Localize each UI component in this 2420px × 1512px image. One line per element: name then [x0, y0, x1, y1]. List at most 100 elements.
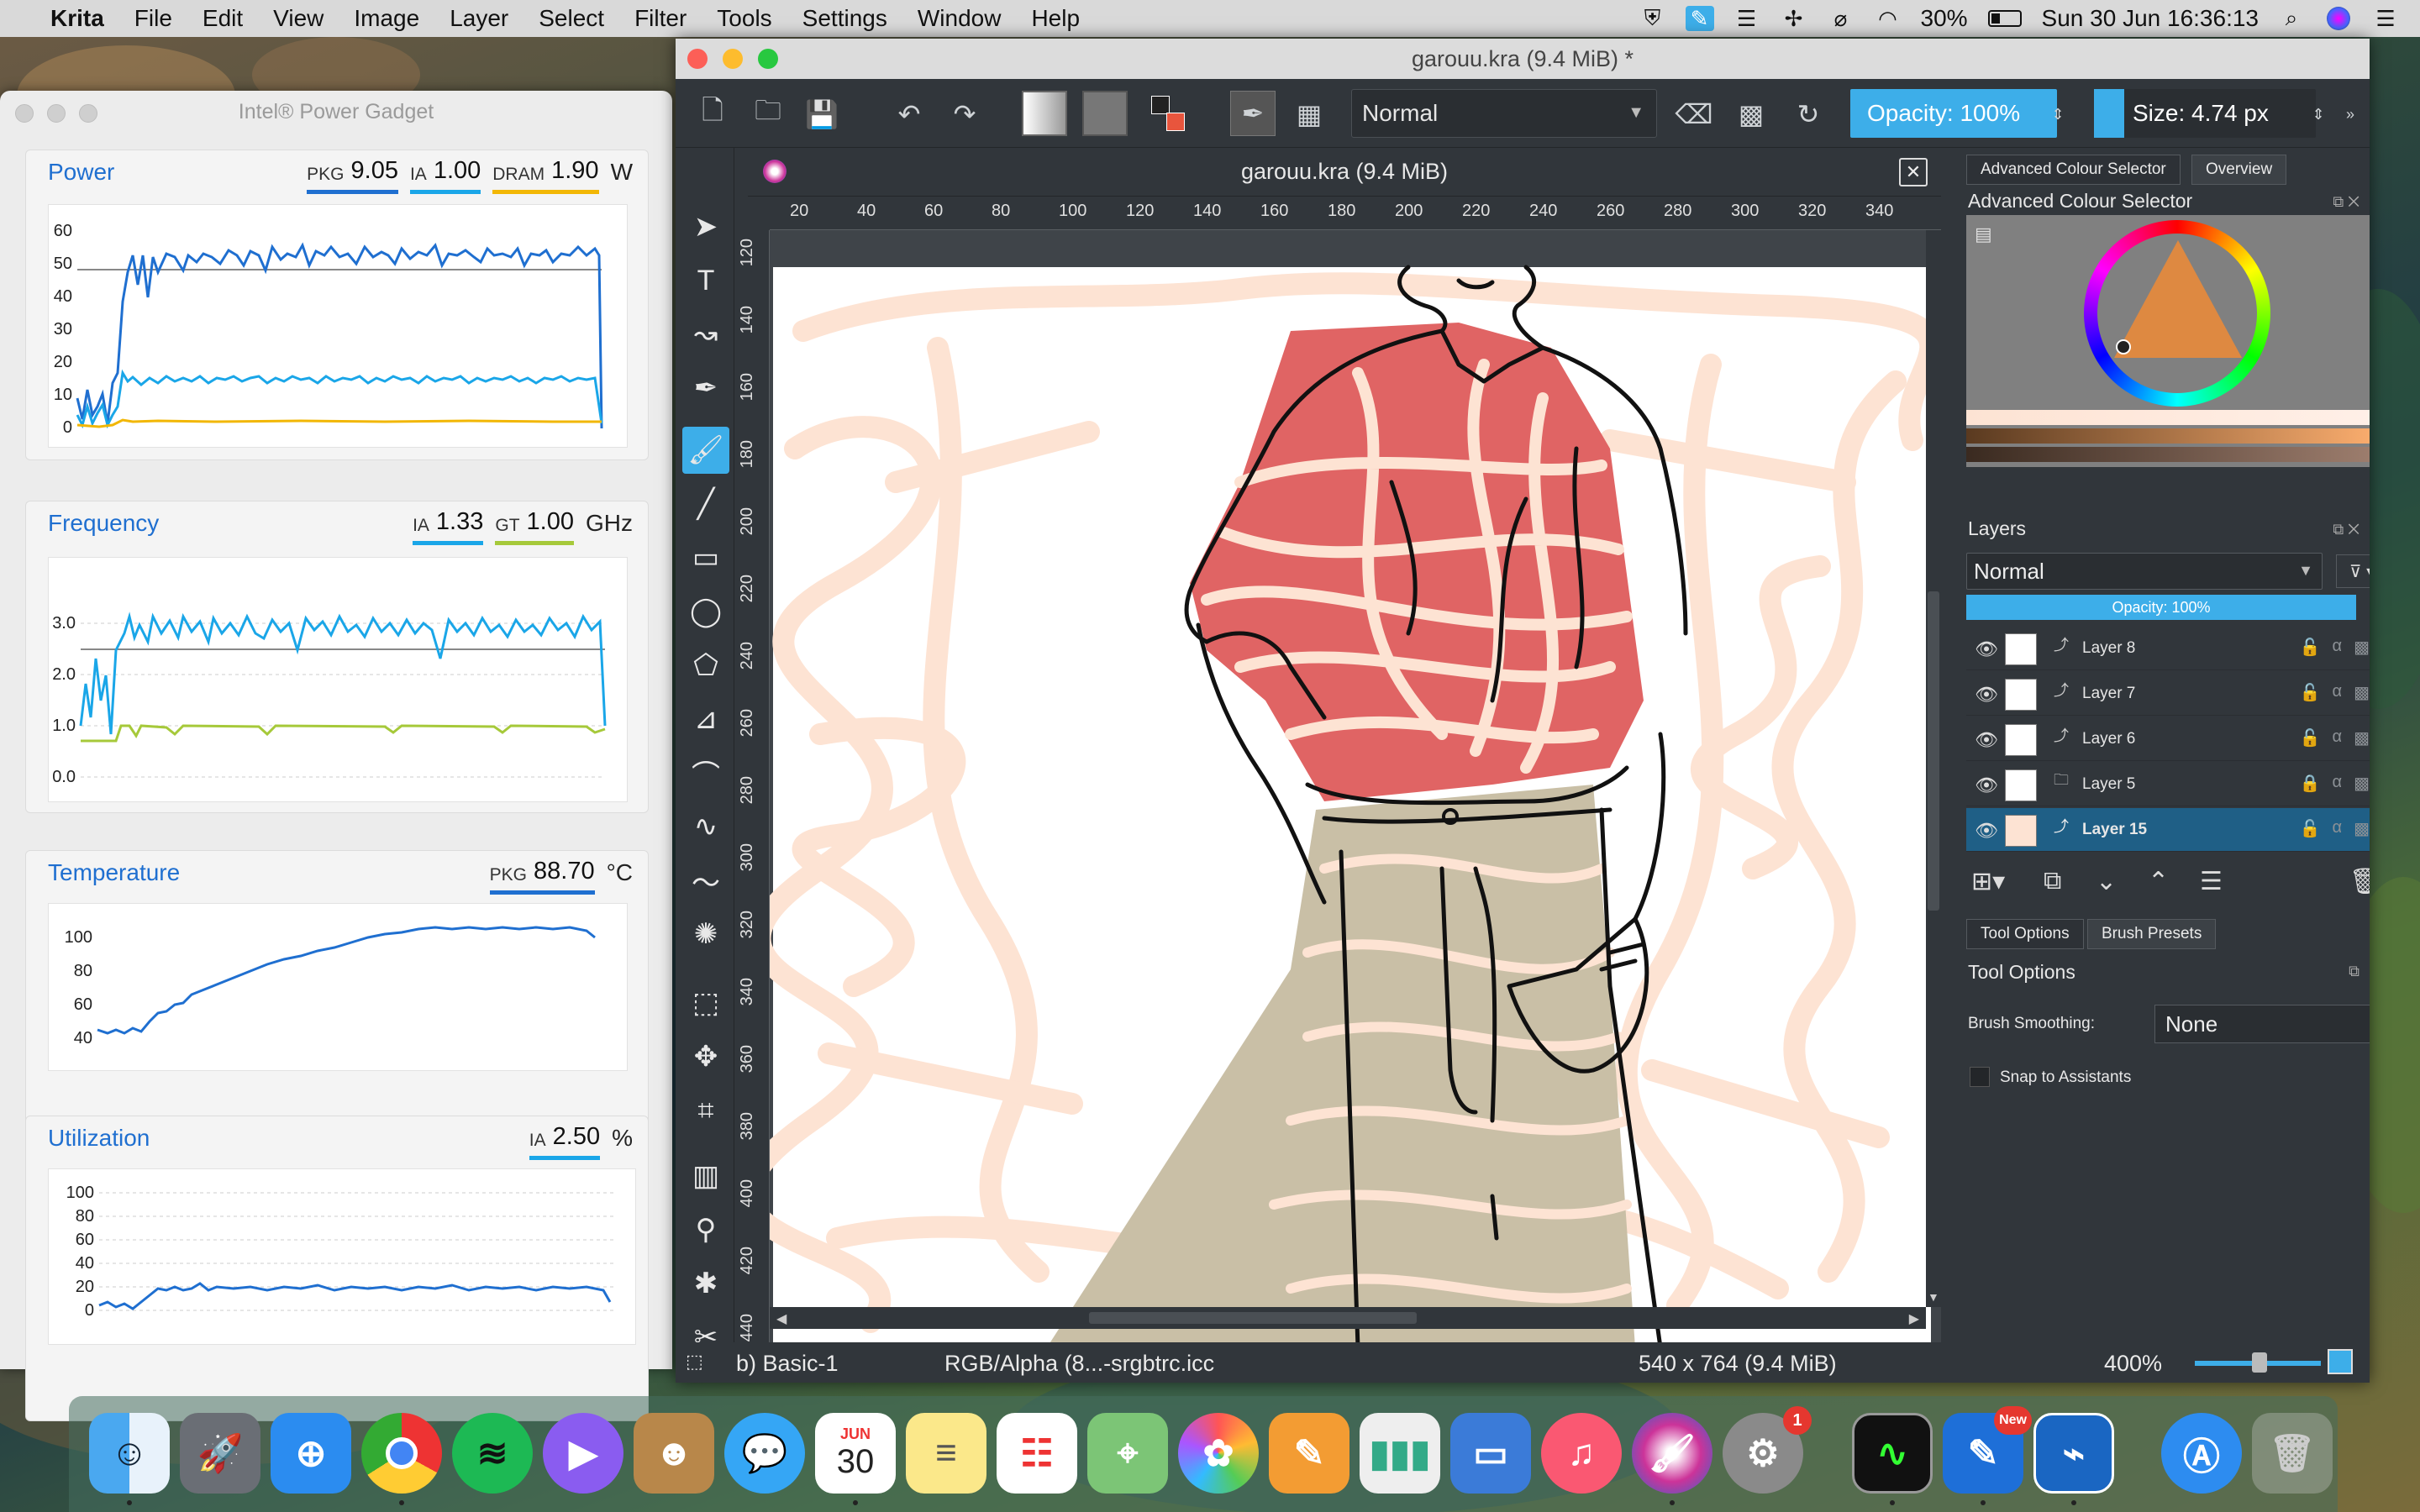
- move-layer-up-icon[interactable]: ⌃: [2148, 867, 2169, 896]
- zoom-button[interactable]: [79, 104, 97, 123]
- artwork-canvas[interactable]: [738, 230, 1942, 1357]
- messages-icon[interactable]: 💬: [724, 1413, 805, 1494]
- tab-tool-options[interactable]: Tool Options: [1966, 919, 2084, 949]
- paperclip-icon[interactable]: ⌀: [1827, 6, 1855, 31]
- layer-row-layer-7[interactable]: 👁 ⤴ Layer 7 🔓 α ▩: [1966, 672, 2370, 716]
- duplicate-layer-icon[interactable]: ⧉: [2044, 867, 2061, 895]
- edit-shapes-tool-icon[interactable]: ↝: [682, 311, 729, 358]
- add-layer-icon[interactable]: ⊞▾: [1971, 867, 2005, 896]
- app-store-icon[interactable]: Ⓐ: [2161, 1413, 2242, 1494]
- spotlight-search-icon[interactable]: ⌕: [2277, 5, 2306, 31]
- contacts-icon[interactable]: ☻: [634, 1413, 714, 1494]
- vertical-scrollbar[interactable]: ▼: [1926, 230, 1941, 1307]
- colour-slider-1[interactable]: [1966, 410, 2370, 425]
- layer-blend-mode-select[interactable]: Normal ▼: [1966, 553, 2323, 590]
- menu-layer[interactable]: Layer: [450, 5, 508, 32]
- layer-row-layer-8[interactable]: 👁 ⤴ Layer 8 🔓 α ▩: [1966, 627, 2370, 670]
- alpha-lock-icon[interactable]: ▩: [2354, 727, 2370, 748]
- opacity-slider[interactable]: Opacity: 100%: [1850, 89, 2057, 138]
- menu-settings[interactable]: Settings: [802, 5, 887, 32]
- docker-float-icon[interactable]: ⧉: [2349, 963, 2360, 980]
- brush-preset-icon[interactable]: ✒: [1230, 91, 1276, 136]
- polygon-tool-icon[interactable]: ⬠: [682, 642, 729, 689]
- layer-filter-icon[interactable]: ⊽ ▾: [2336, 554, 2370, 588]
- layer-opacity-slider[interactable]: Opacity: 100%: [1966, 595, 2356, 620]
- clock[interactable]: Sun 30 Jun 16:36:13: [2042, 5, 2259, 32]
- activity-monitor-icon[interactable]: ∿: [1852, 1413, 1933, 1494]
- scroll-left-icon[interactable]: ◀: [776, 1310, 786, 1327]
- lock-icon[interactable]: 🔓: [2300, 682, 2321, 703]
- transform-tool-icon[interactable]: ⬚: [682, 979, 729, 1026]
- visibility-eye-icon[interactable]: 👁: [1975, 638, 1998, 660]
- close-tab-icon[interactable]: ✕: [1899, 158, 1928, 186]
- editor-app-icon[interactable]: ✎ New: [1943, 1406, 2032, 1494]
- bezier-tool-icon[interactable]: ⌒: [682, 749, 729, 796]
- new-document-icon[interactable]: 🗋: [694, 95, 731, 133]
- pages-icon[interactable]: ✎: [1269, 1413, 1349, 1494]
- workspace-grid-icon[interactable]: ▦: [1291, 96, 1328, 133]
- pen-app-icon[interactable]: ✎: [1685, 6, 1714, 31]
- docker-float-close-icon[interactable]: ⧉ ✕: [2333, 521, 2360, 538]
- dynamic-brush-tool-icon[interactable]: 〜: [682, 857, 729, 904]
- blend-mode-select[interactable]: Normal ▼: [1351, 89, 1657, 138]
- rectangle-tool-icon[interactable]: ▭: [682, 534, 729, 581]
- alpha-lock-icon[interactable]: ▩: [2354, 682, 2370, 703]
- alpha-lock-icon[interactable]: ▩: [1733, 96, 1770, 133]
- tab-overview[interactable]: Overview: [2191, 155, 2287, 185]
- trash-icon[interactable]: 🗑: [2252, 1413, 2333, 1494]
- horizontal-scrollbar[interactable]: ◀ ▶: [770, 1307, 1926, 1329]
- itunes-icon[interactable]: ♫: [1541, 1413, 1622, 1494]
- scroll-down-icon[interactable]: ▼: [1928, 1290, 1939, 1304]
- line-tool-icon[interactable]: ╱: [682, 480, 729, 528]
- text-tool-icon[interactable]: T: [682, 257, 729, 304]
- launchpad-icon[interactable]: 🚀: [180, 1413, 260, 1494]
- close-button[interactable]: [687, 49, 708, 69]
- alpha-inherit-icon[interactable]: α: [2333, 637, 2343, 658]
- selection-mode-icon[interactable]: ⬚: [686, 1351, 703, 1373]
- crop-tool-icon[interactable]: ⌗: [682, 1087, 729, 1134]
- eraser-icon[interactable]: ⌫: [1675, 96, 1712, 133]
- freehand-path-tool-icon[interactable]: ∿: [682, 803, 729, 850]
- system-preferences-icon[interactable]: ⚙ 1: [1723, 1406, 1812, 1494]
- toolbar-overflow-icon[interactable]: »: [2338, 96, 2363, 133]
- shield-icon[interactable]: ⛨: [1639, 5, 1667, 31]
- minimize-button[interactable]: [723, 49, 743, 69]
- fan-icon[interactable]: ✢: [1780, 6, 1808, 31]
- menu-app-name[interactable]: Krita: [50, 5, 104, 32]
- close-button[interactable]: [15, 104, 34, 123]
- finder-icon[interactable]: ☺: [89, 1413, 170, 1494]
- spotify-icon[interactable]: ≋: [452, 1413, 533, 1494]
- tab-advanced-colour-selector[interactable]: Advanced Colour Selector: [1966, 155, 2181, 185]
- size-slider[interactable]: Size: 4.74 px: [2094, 89, 2316, 138]
- layer-name[interactable]: Layer 6: [2082, 730, 2135, 748]
- numbers-icon[interactable]: ▮▮▮: [1360, 1413, 1440, 1494]
- move-tool-icon[interactable]: ✥: [682, 1033, 729, 1080]
- notification-center-icon[interactable]: ☰: [2371, 6, 2400, 31]
- menu-window[interactable]: Window: [918, 5, 1002, 32]
- menu-tools[interactable]: Tools: [717, 5, 771, 32]
- menu-image[interactable]: Image: [354, 5, 419, 32]
- open-folder-icon[interactable]: 🗀: [750, 95, 786, 133]
- maps-icon[interactable]: ⌖: [1087, 1413, 1168, 1494]
- polyline-tool-icon[interactable]: ⊿: [682, 696, 729, 743]
- multibrush-tool-icon[interactable]: ✺: [682, 911, 729, 958]
- battery-icon[interactable]: [1986, 6, 2023, 31]
- layer-name[interactable]: Layer 15: [2082, 821, 2147, 839]
- calendar-icon[interactable]: JUN 30: [815, 1413, 896, 1494]
- save-icon[interactable]: 💾: [803, 96, 840, 133]
- menu-file[interactable]: File: [134, 5, 172, 32]
- layer-name[interactable]: Layer 7: [2082, 685, 2135, 703]
- lock-icon[interactable]: 🔒: [2300, 773, 2321, 794]
- zoom-button[interactable]: [758, 49, 778, 69]
- fg-bg-color-icon[interactable]: [1148, 91, 1193, 136]
- layer-row-layer-6[interactable]: 👁 ⤴ Layer 6 🔓 α ▩: [1966, 717, 2370, 761]
- chrome-icon[interactable]: [361, 1413, 442, 1494]
- delete-layer-icon[interactable]: 🗑: [2349, 867, 2370, 896]
- intel-power-gadget-icon[interactable]: ⌁: [2033, 1413, 2114, 1494]
- alpha-inherit-icon[interactable]: α: [2333, 773, 2343, 794]
- visibility-eye-icon[interactable]: 👁: [1975, 729, 1998, 751]
- notes-icon[interactable]: ≡: [906, 1413, 986, 1494]
- alpha-inherit-icon[interactable]: α: [2333, 818, 2343, 839]
- calligraphy-tool-icon[interactable]: ✒: [682, 365, 729, 412]
- reminders-icon[interactable]: ☷: [997, 1413, 1077, 1494]
